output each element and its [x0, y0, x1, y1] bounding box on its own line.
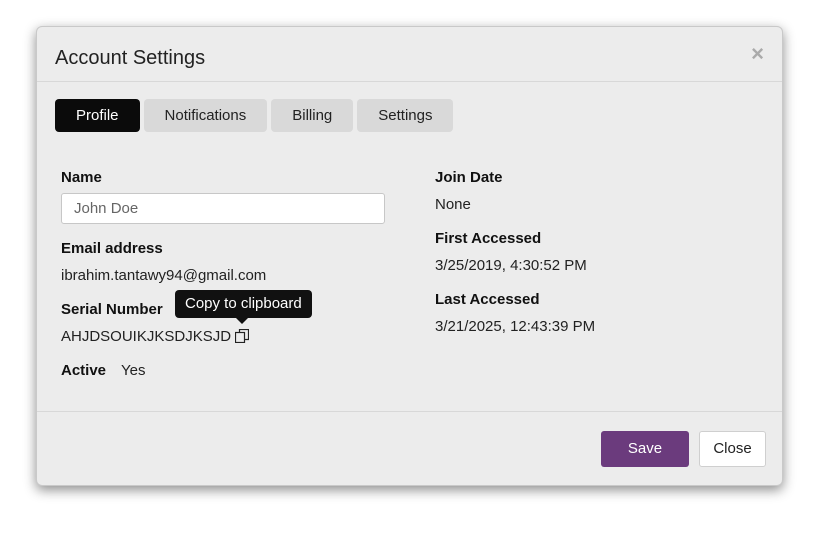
- close-button[interactable]: Close: [699, 431, 766, 467]
- dialog-header: Account Settings ×: [37, 27, 782, 82]
- copy-tooltip: Copy to clipboard: [175, 290, 312, 318]
- serial-number-row: AHJDSOUIKJKSDJKSJD: [61, 328, 250, 345]
- email-value: ibrahim.tantawy94@gmail.com: [61, 267, 267, 284]
- tab-settings[interactable]: Settings: [357, 99, 454, 132]
- copy-icon[interactable]: [234, 328, 250, 344]
- footer-divider: [37, 411, 782, 412]
- tooltip-arrow: [236, 318, 248, 324]
- account-settings-dialog: Account Settings × Profile Notifications…: [36, 26, 783, 486]
- first-accessed-value: 3/25/2019, 4:30:52 PM: [435, 257, 587, 274]
- name-input[interactable]: [61, 193, 385, 224]
- tab-billing[interactable]: Billing: [271, 99, 354, 132]
- dialog-title: Account Settings: [55, 47, 206, 69]
- join-date-value: None: [435, 196, 471, 213]
- tab-bar: Profile Notifications Billing Settings: [55, 99, 454, 132]
- email-label: Email address: [61, 240, 163, 257]
- active-value: Yes: [121, 362, 146, 379]
- last-accessed-value: 3/21/2025, 12:43:39 PM: [435, 318, 596, 335]
- tab-profile[interactable]: Profile: [55, 99, 140, 132]
- name-label: Name: [61, 169, 102, 186]
- save-button[interactable]: Save: [601, 431, 689, 467]
- serial-number-value: AHJDSOUIKJKSDJKSJD: [61, 328, 232, 345]
- first-accessed-label: First Accessed: [435, 230, 542, 247]
- serial-number-label: Serial Number: [61, 301, 163, 318]
- join-date-label: Join Date: [435, 169, 503, 186]
- tab-notifications[interactable]: Notifications: [143, 99, 268, 132]
- close-icon[interactable]: ×: [751, 43, 764, 65]
- last-accessed-label: Last Accessed: [435, 291, 540, 308]
- active-label: Active: [61, 362, 107, 379]
